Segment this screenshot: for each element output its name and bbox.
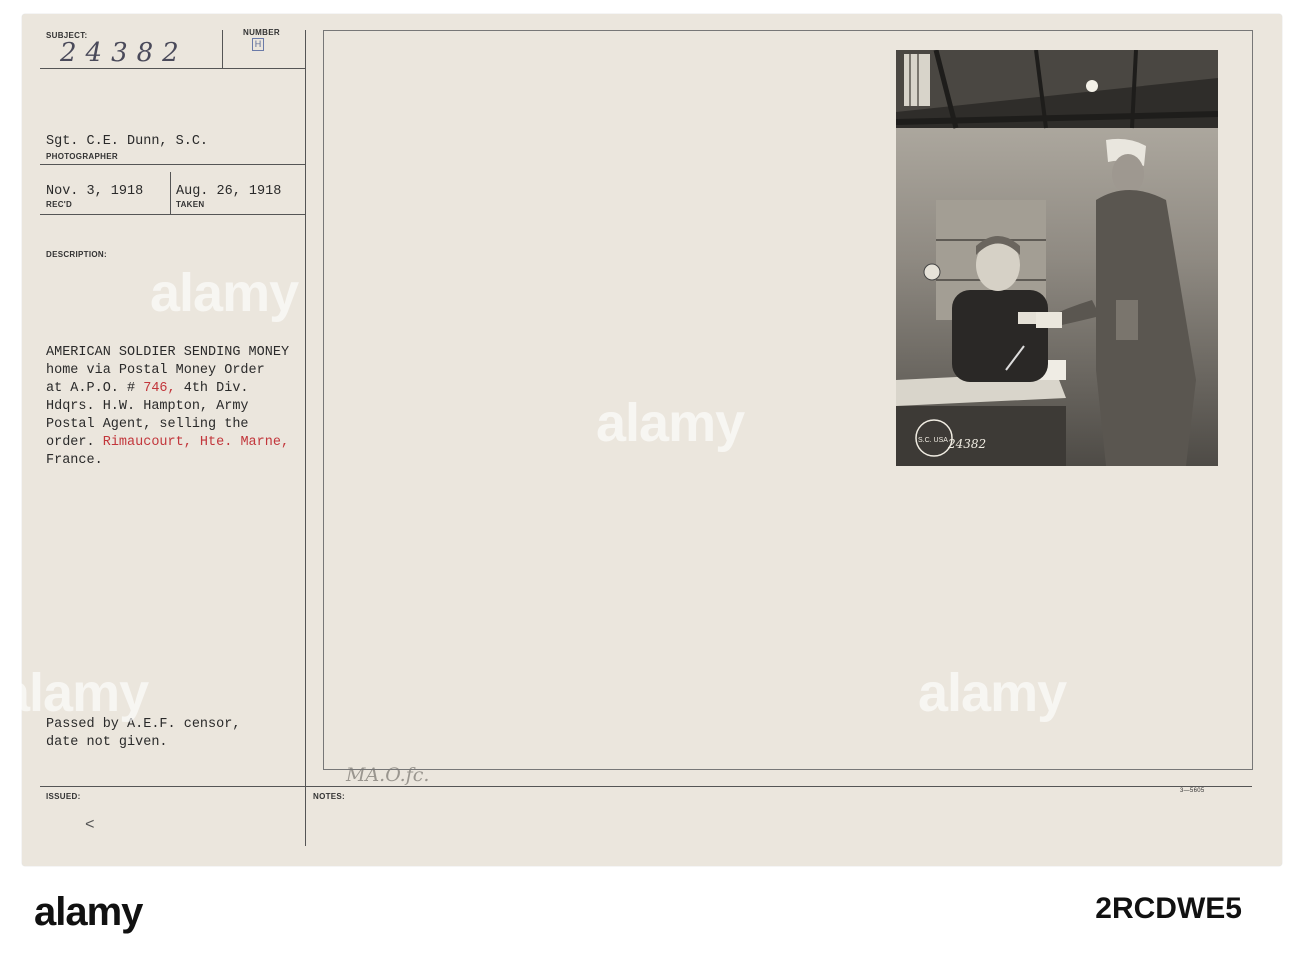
taken-date: Aug. 26, 1918 — [176, 184, 282, 199]
censor-line: date not given. — [46, 735, 168, 750]
archival-photograph: S.C. USA 24382 — [896, 50, 1218, 466]
photographer-label: PHOTOGRAPHER — [46, 152, 118, 161]
number-label: NUMBER — [243, 28, 280, 37]
number-mark-text: H — [254, 39, 262, 49]
image-id: 2RCDWE5 — [1095, 892, 1242, 925]
location-name: Rimaucourt, Hte. Marne, — [102, 435, 290, 450]
photo-number: 24382 — [947, 437, 986, 451]
photographer-name: Sgt. C.E. Dunn, S.C. — [46, 134, 209, 149]
subject-number: 24382 — [60, 38, 188, 68]
rule-dates — [40, 214, 305, 215]
description-line: Postal Agent, selling the — [46, 417, 249, 432]
description-text-part: 4th Div. — [175, 381, 249, 396]
notes-label: NOTES: — [313, 792, 346, 801]
description-label: DESCRIPTION: — [46, 250, 107, 259]
rule-dates-divider — [170, 172, 171, 214]
rule-bottom — [40, 786, 1252, 787]
description-line: home via Postal Money Order — [46, 363, 265, 378]
watermark: alamy — [918, 663, 1067, 723]
description-line: Hdqrs. H.W. Hampton, Army — [46, 399, 249, 414]
form-code: 3—5605 — [1180, 788, 1205, 794]
issued-label: ISSUED: — [46, 792, 81, 801]
svg-text:S.C. USA: S.C. USA — [918, 437, 948, 444]
apo-number: 746, — [143, 381, 176, 396]
taken-label: TAKEN — [176, 200, 205, 209]
received-date: Nov. 3, 1918 — [46, 184, 144, 199]
description-line: AMERICAN SOLDIER SENDING MONEY — [46, 345, 290, 360]
description-line: at A.P.O. # 746, 4th Div. — [46, 380, 249, 398]
rule-issued-divider — [305, 786, 306, 846]
rule-left-column — [305, 30, 306, 786]
received-label: REC'D — [46, 200, 73, 209]
arrow-mark: < — [85, 816, 95, 834]
rule-subject-divider — [222, 30, 223, 68]
watermark: alamy — [0, 663, 149, 723]
description-line: France. — [46, 453, 103, 468]
description-text-part: order. — [46, 435, 103, 450]
watermark: alamy — [150, 263, 299, 323]
number-mark: H — [252, 38, 264, 51]
description-text-part: at A.P.O. # — [46, 381, 144, 396]
watermark: alamy — [596, 393, 745, 453]
footer-logo: alamy — [34, 890, 143, 934]
photo-scene: S.C. USA 24382 — [896, 50, 1218, 466]
rule-subject — [40, 68, 305, 69]
description-line: order. Rimaucourt, Hte. Marne, — [46, 434, 289, 452]
rule-photographer — [40, 164, 305, 165]
